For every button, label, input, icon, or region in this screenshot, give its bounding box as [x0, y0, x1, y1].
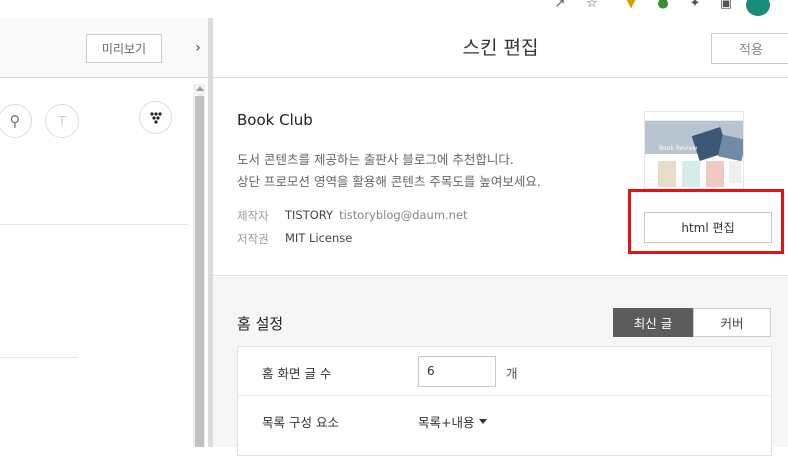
share-icon[interactable]: ↗ [551, 0, 569, 14]
description-line: 도서 콘텐츠를 제공하는 출판사 블로그에 추천합니다. [237, 152, 514, 167]
preview-toolbar: 미리보기 [0, 18, 188, 78]
thumbnail-hero-text: Book Review [659, 145, 698, 152]
divider-line [0, 224, 188, 225]
highlight-annotation [628, 189, 784, 254]
list-components-label: 목록 구성 요소 [262, 415, 339, 430]
skin-info-section: Book Club 도서 콘텐츠를 제공하는 출판사 블로그에 추천합니다. 상… [213, 79, 788, 276]
tistory-t-icon[interactable]: T [45, 104, 79, 138]
profile-avatar[interactable] [746, 0, 770, 16]
apply-button[interactable]: 적용 [711, 33, 788, 64]
scrollbar-thumb[interactable] [195, 96, 204, 447]
list-components-dropdown[interactable]: 목록+내용 [418, 412, 488, 431]
thumbnail-card [706, 161, 724, 187]
skin-name: Book Club [237, 111, 313, 129]
browser-toolbar: ↗ ☆ ▼ ● ✦ ▣ [0, 0, 788, 18]
extensions-puzzle-icon[interactable]: ✦ [686, 0, 704, 14]
side-panel-icon[interactable]: ▣ [717, 0, 735, 14]
thumbnail-header [645, 112, 743, 121]
extension-icon-2[interactable]: ● [654, 0, 672, 14]
thumbnail-hero: Book Review [645, 121, 743, 162]
thumbnail-card [658, 161, 676, 187]
preview-button[interactable]: 미리보기 [86, 34, 162, 63]
thumbnail-book [717, 134, 743, 162]
copyright-row: 저작권 MIT License [237, 231, 352, 247]
tab-latest-posts[interactable]: 최신 글 [613, 308, 693, 337]
creator-row: 제작자 TISTORY tistoryblog@daum.net [237, 208, 468, 224]
home-mode-tabs: 최신 글 커버 [613, 308, 771, 337]
extension-icon[interactable]: ▼ [622, 0, 640, 14]
preview-pane: 미리보기 ⚲ T [0, 18, 188, 447]
skin-edit-panel: 스킨 편집 적용 Book Club 도서 콘텐츠를 제공하는 출판사 블로그에… [213, 18, 788, 456]
caret-down-icon [479, 419, 488, 424]
creator-label: 제작자 [237, 209, 269, 223]
page-title: 스킨 편집 [462, 37, 539, 59]
copyright-value: MIT License [285, 231, 353, 245]
scroll-up-arrow-icon[interactable] [196, 86, 204, 91]
section-title: 홈 설정 [237, 315, 284, 333]
panel-header: 스킨 편집 적용 [213, 18, 788, 78]
creator-email: tistoryblog@daum.net [339, 208, 468, 222]
creator-name: TISTORY [285, 208, 334, 222]
copyright-label: 저작권 [237, 232, 269, 246]
tab-cover[interactable]: 커버 [693, 308, 771, 337]
post-count-row: 홈 화면 글 수 6 개 [238, 347, 771, 396]
skin-thumbnail: Book Review [644, 111, 744, 189]
search-icon[interactable]: ⚲ [0, 104, 32, 138]
menu-dots-icon[interactable] [139, 101, 172, 134]
thumbnail-card [682, 161, 700, 187]
bookmark-star-icon[interactable]: ☆ [583, 0, 601, 14]
divider-line [0, 357, 78, 358]
skin-description: 도서 콘텐츠를 제공하는 출판사 블로그에 추천합니다. 상단 프로모션 영역을… [237, 149, 597, 193]
home-settings-box: 홈 화면 글 수 6 개 목록 구성 요소 목록+내용 [237, 346, 772, 456]
post-count-unit: 개 [506, 366, 518, 381]
thumbnail-sidebar [729, 161, 741, 183]
post-count-input[interactable]: 6 [418, 356, 496, 387]
list-components-value: 목록+내용 [418, 415, 475, 430]
post-count-label: 홈 화면 글 수 [262, 366, 332, 381]
description-line: 상단 프로모션 영역을 활용해 콘텐츠 주목도를 높여보세요. [237, 174, 541, 189]
collapse-toggle-chevron-right-icon[interactable]: › [188, 18, 208, 78]
home-settings-section: 홈 설정 최신 글 커버 홈 화면 글 수 6 개 목록 구성 요소 목록+내용 [213, 277, 788, 456]
